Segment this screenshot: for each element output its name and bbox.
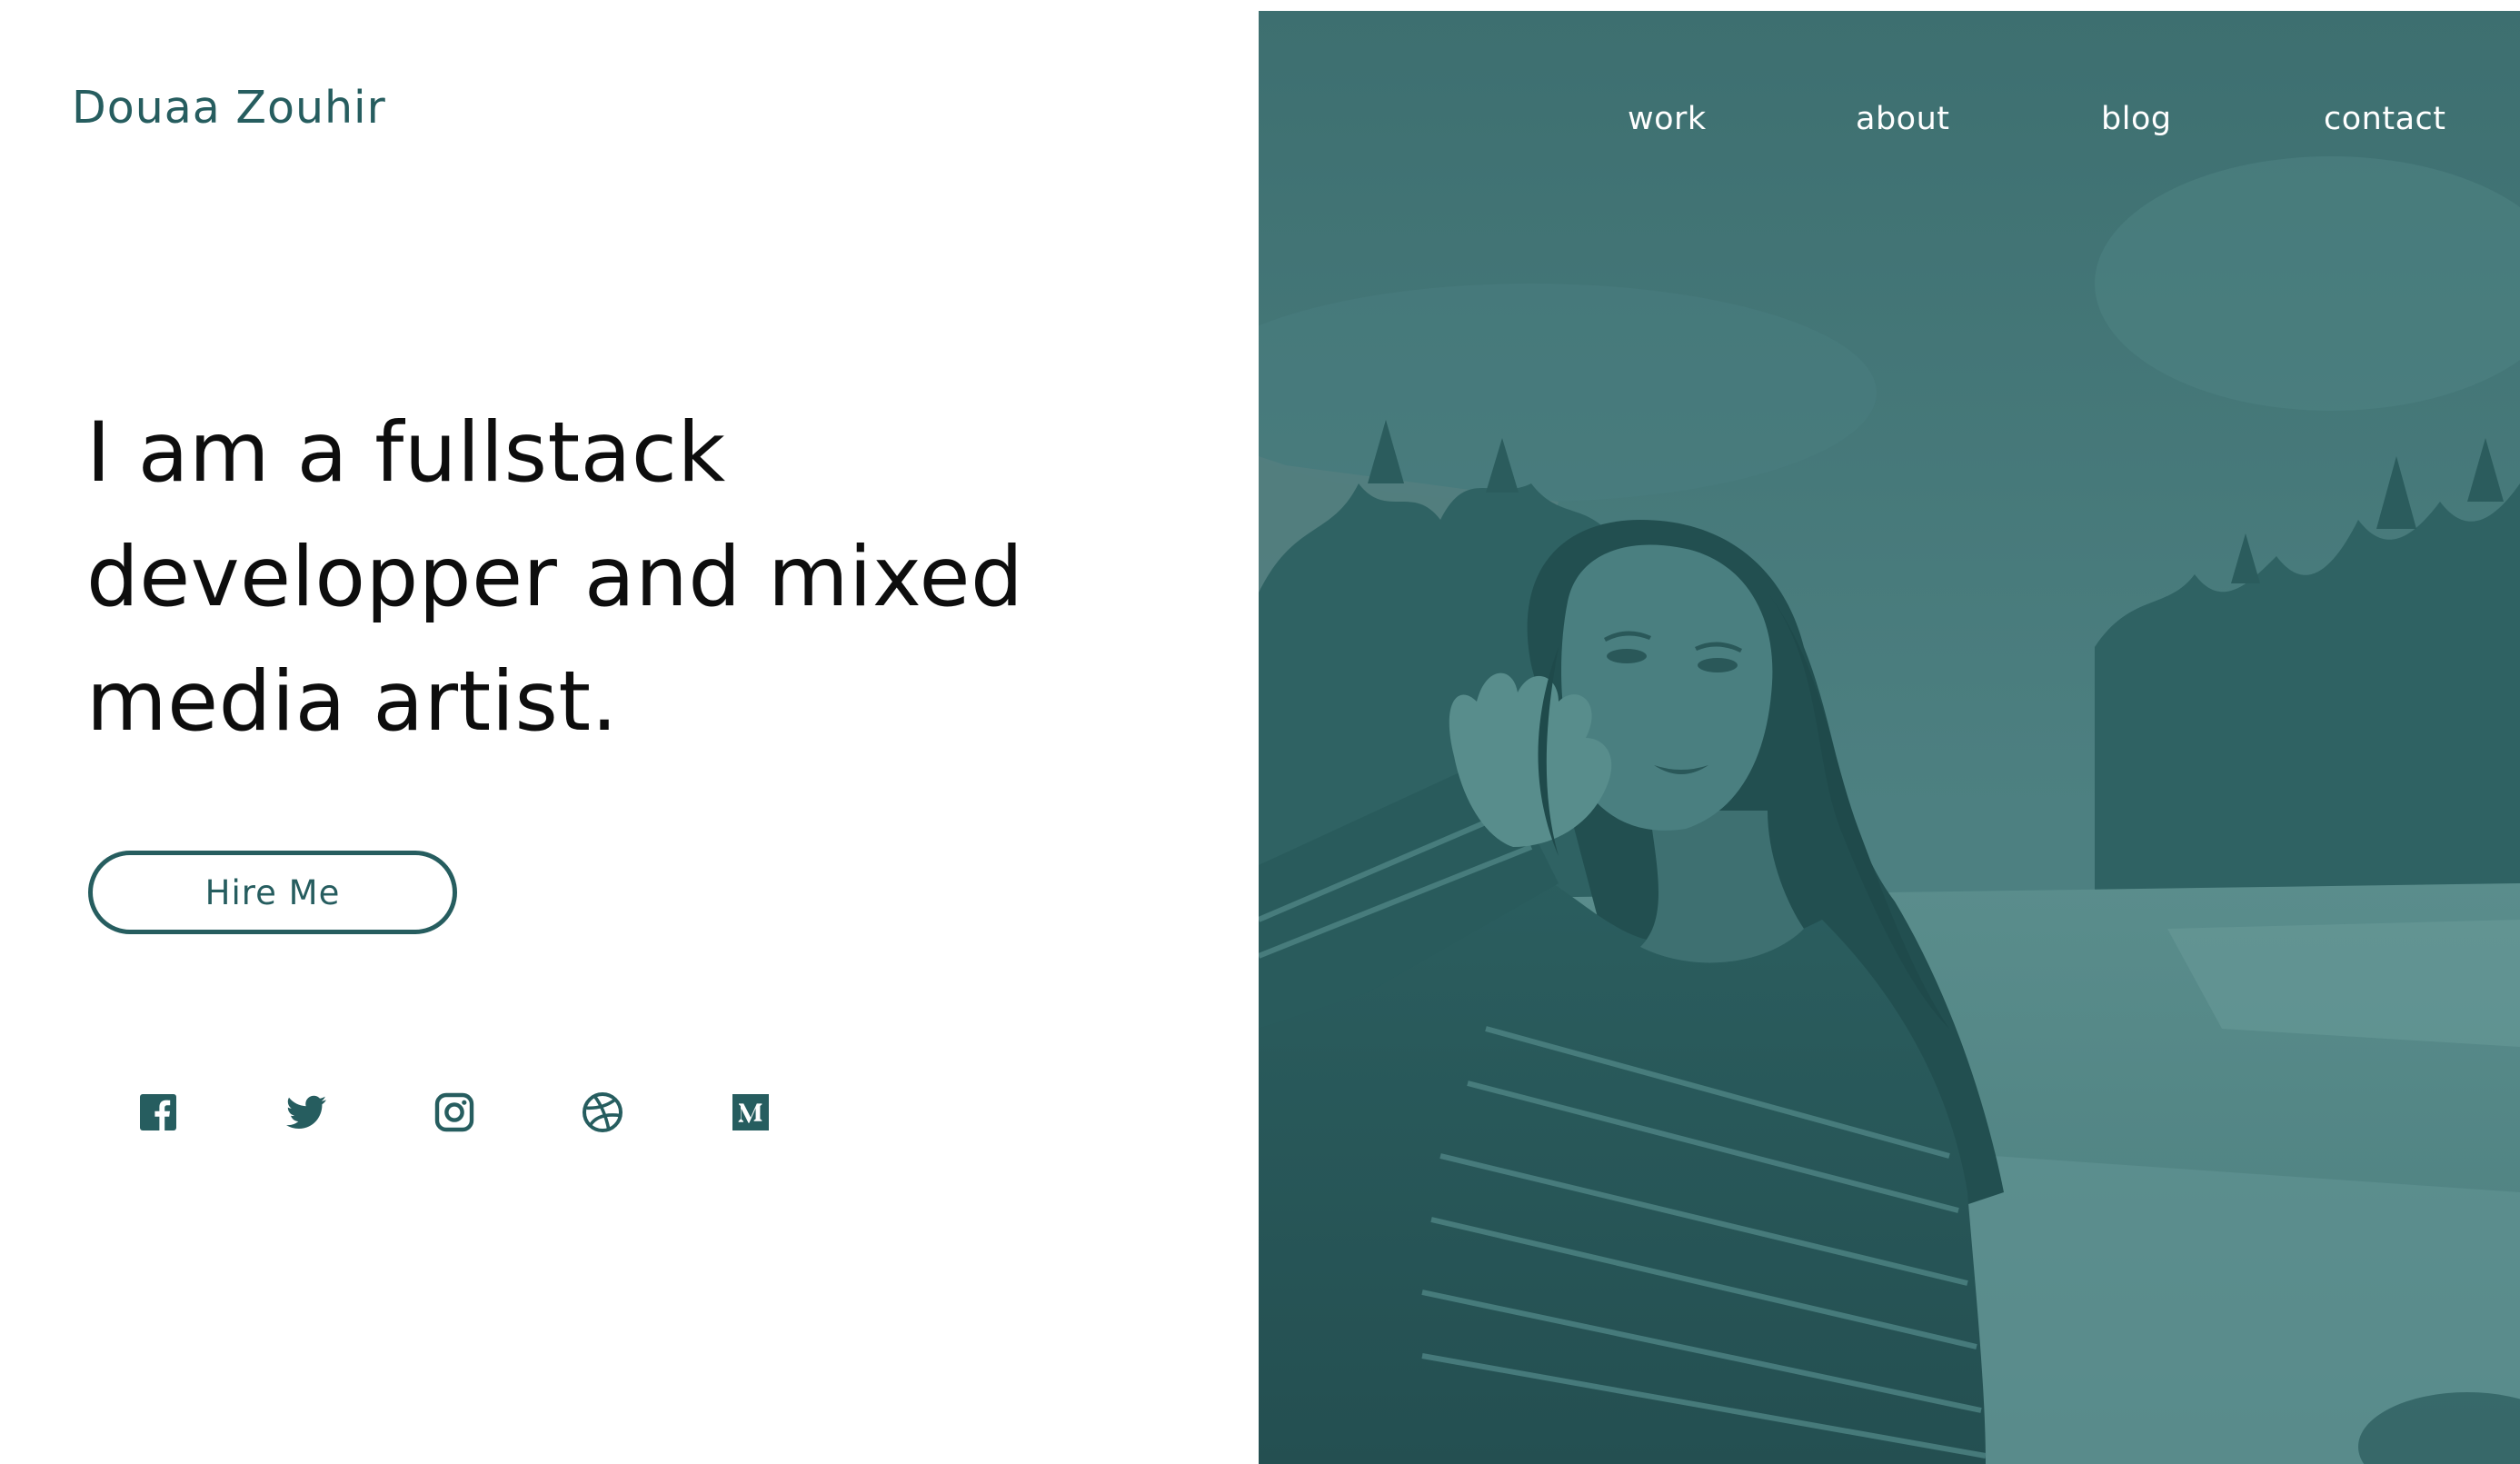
facebook-link[interactable] bbox=[136, 1091, 180, 1134]
twitter-link[interactable] bbox=[284, 1091, 328, 1134]
dribbble-icon bbox=[583, 1092, 623, 1132]
portrait-image bbox=[1259, 11, 2520, 1464]
page: Douaa Zouhir I am a fullstack developper… bbox=[0, 0, 2520, 1464]
facebook-icon bbox=[140, 1094, 176, 1130]
nav-blog[interactable]: blog bbox=[2101, 87, 2172, 151]
hero-photo: work about blog contact bbox=[1259, 11, 2520, 1464]
brand-logo[interactable]: Douaa Zouhir bbox=[72, 76, 386, 140]
hire-me-button[interactable]: Hire Me bbox=[88, 851, 457, 934]
twitter-icon bbox=[286, 1095, 326, 1129]
medium-icon bbox=[732, 1094, 769, 1130]
social-links bbox=[136, 1091, 772, 1134]
headline-line: I am a fullstack bbox=[86, 405, 726, 501]
nav-about[interactable]: about bbox=[1856, 87, 1949, 151]
medium-link[interactable] bbox=[729, 1091, 772, 1134]
nav-contact[interactable]: contact bbox=[2324, 87, 2445, 151]
main-nav: work about blog contact bbox=[1259, 87, 2520, 151]
instagram-link[interactable] bbox=[433, 1091, 476, 1134]
nav-work[interactable]: work bbox=[1628, 87, 1707, 151]
instagram-icon bbox=[434, 1092, 474, 1132]
headline-line: developper and mixed bbox=[86, 530, 1024, 625]
dribbble-link[interactable] bbox=[581, 1091, 624, 1134]
hero-headline: I am a fullstack developper and mixed me… bbox=[86, 391, 1213, 764]
headline-line: media artist. bbox=[86, 654, 619, 750]
